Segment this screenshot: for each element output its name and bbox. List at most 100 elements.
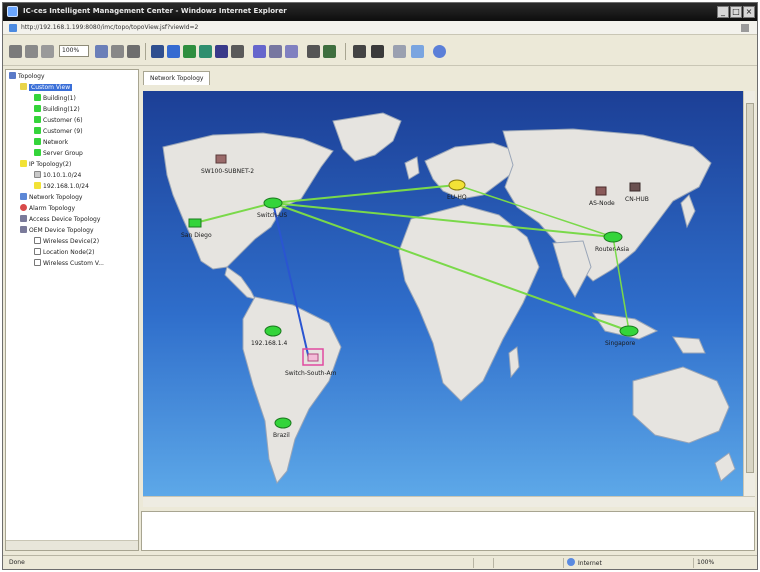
green-node-icon [34, 105, 41, 112]
alarm-icon [20, 204, 27, 211]
zoom-cell[interactable]: 100% [693, 558, 753, 568]
delete-icon[interactable] [371, 45, 384, 58]
node-label: 192.168.1.4 [251, 340, 287, 347]
network-icon [20, 193, 27, 200]
node-label: Switch-US [257, 212, 287, 219]
zone-cell: Internet [563, 558, 673, 568]
green-node-icon [34, 127, 41, 134]
tree-item[interactable]: 10.10.1.0/24 [34, 171, 81, 180]
pan-icon[interactable] [111, 45, 124, 58]
zoom-select[interactable]: 100% [59, 45, 89, 57]
refresh-icon[interactable] [127, 45, 140, 58]
wireless-icon [34, 237, 41, 244]
tree-item[interactable]: Network Topology [20, 193, 82, 202]
print-icon[interactable] [253, 45, 266, 58]
browser-window: IC-ces Intelligent Management Center - W… [2, 2, 758, 570]
tree-horizontal-scrollbar[interactable] [6, 540, 138, 550]
tree-item[interactable]: Building(1) [34, 94, 76, 103]
topology-icon [9, 72, 16, 79]
tree-item[interactable]: OEM Device Topology [20, 226, 94, 235]
status-bar: Done Internet 100% [3, 555, 757, 569]
status-cell [493, 558, 513, 568]
dropdown-icon[interactable] [741, 24, 749, 32]
group-icon[interactable] [323, 45, 336, 58]
settings-icon[interactable] [285, 45, 298, 58]
back-icon[interactable] [9, 45, 22, 58]
wireless-icon [34, 259, 41, 266]
tree-item[interactable]: Server Group [34, 149, 83, 158]
maximize-icon[interactable]: □ [730, 6, 742, 18]
select-icon[interactable] [95, 45, 108, 58]
globe-icon [567, 558, 575, 566]
tree-item[interactable]: Building(12) [34, 105, 80, 114]
node-label: Router-Asia [595, 246, 629, 253]
wireless-icon [34, 248, 41, 255]
tree-item[interactable]: Alarm Topology [20, 204, 75, 213]
switch-icon [274, 417, 292, 429]
map-vertical-scrollbar[interactable] [743, 91, 755, 496]
switch-icon [264, 325, 282, 337]
fit-icon[interactable] [41, 45, 54, 58]
tree-item[interactable]: IP Topology(2) [20, 160, 71, 169]
layout-icon[interactable] [167, 45, 180, 58]
grid-icon[interactable] [183, 45, 196, 58]
minimize-icon[interactable]: _ [717, 6, 729, 18]
link-icon[interactable] [199, 45, 212, 58]
tree-item[interactable]: Network [34, 138, 68, 147]
node-label: San Diego [181, 232, 212, 239]
device-icon [215, 154, 227, 164]
properties-icon[interactable] [353, 45, 366, 58]
export-icon[interactable] [269, 45, 282, 58]
green-node-icon [34, 138, 41, 145]
node-label: CN-HUB [625, 196, 649, 203]
save-icon[interactable] [151, 45, 164, 58]
arrow-right-icon[interactable] [393, 45, 406, 58]
switch-icon [263, 197, 283, 209]
info-icon[interactable] [411, 45, 424, 58]
status-cell [473, 558, 493, 568]
node-label: Switch-South-Am [285, 370, 337, 377]
ie-icon [7, 6, 18, 17]
tree-item-custom-view[interactable]: Custom View [20, 83, 73, 92]
status-text: Done [9, 559, 25, 566]
device-icon [20, 215, 27, 222]
green-node-icon [34, 149, 41, 156]
zone-label: Internet [578, 560, 602, 567]
node-label: Brazil [273, 432, 290, 439]
window-title: IC-ces Intelligent Management Center - W… [23, 7, 287, 15]
tree-item[interactable]: Customer (9) [34, 127, 83, 136]
find-icon[interactable] [231, 45, 244, 58]
close-icon[interactable]: × [743, 6, 755, 18]
node-label: SW100-SUBNET-2 [201, 168, 254, 175]
switch-icon [448, 179, 466, 191]
device-icon [20, 226, 27, 233]
tab-strip: Network Topology [141, 69, 755, 85]
topology-tree: Topology Custom View Building(1) Buildin… [5, 69, 139, 551]
address-url[interactable]: http://192.168.1.199:8080/imc/topo/topoV… [21, 24, 198, 31]
tab-network-topology[interactable]: Network Topology [143, 71, 211, 85]
zoom-icon[interactable] [25, 45, 38, 58]
map-horizontal-scrollbar[interactable] [143, 496, 755, 507]
filter-icon[interactable] [307, 45, 320, 58]
green-node-icon [34, 116, 41, 123]
expand-icon[interactable] [215, 45, 228, 58]
toolbar-separator [145, 43, 146, 60]
topology-map[interactable]: SW100-SUBNET-2 Switch-US San Diego EU-HQ… [143, 91, 743, 496]
yellow-node-icon [20, 160, 27, 167]
tree-root[interactable]: Topology [9, 72, 45, 81]
help-icon[interactable] [433, 45, 446, 58]
topology-toolbar: 100% [3, 36, 757, 66]
tree-item[interactable]: Wireless Device(2) [34, 237, 99, 246]
scroll-thumb[interactable] [746, 103, 754, 473]
tree-item[interactable]: Wireless Custom V... [34, 259, 104, 268]
address-bar[interactable]: http://192.168.1.199:8080/imc/topo/topoV… [3, 21, 757, 35]
tree-item[interactable]: Location Node(2) [34, 248, 94, 257]
tree-item[interactable]: Access Device Topology [20, 215, 100, 224]
node-label: Singapore [605, 340, 636, 347]
tree-item[interactable]: Customer (6) [34, 116, 83, 125]
zoom-label: 100% [697, 559, 715, 566]
tree-item[interactable]: 192.168.1.0/24 [34, 182, 89, 191]
subnet-icon [34, 171, 41, 178]
switch-icon [619, 325, 639, 337]
device-icon [629, 182, 641, 192]
